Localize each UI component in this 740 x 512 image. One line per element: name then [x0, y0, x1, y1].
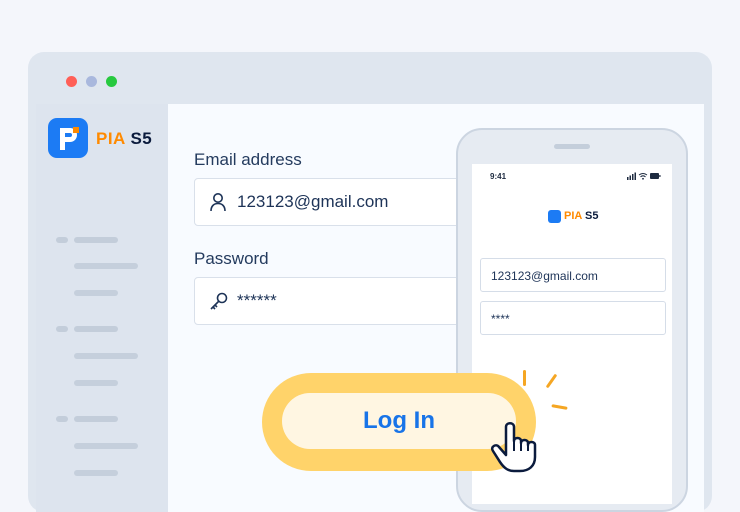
- sidebar-subitem[interactable]: [74, 263, 138, 269]
- sidebar-item[interactable]: [56, 416, 68, 422]
- window-minimize-dot[interactable]: [86, 76, 97, 87]
- password-label: Password: [194, 249, 269, 268]
- email-label: Email address: [194, 150, 302, 169]
- window-maximize-dot[interactable]: [106, 76, 117, 87]
- phone-password-value: ****: [491, 312, 510, 326]
- brand-name-suffix: S5: [130, 129, 153, 148]
- sidebar-item[interactable]: [74, 326, 118, 332]
- phone-status-time: 9:41: [490, 172, 507, 181]
- sidebar-subitem[interactable]: [74, 443, 138, 449]
- sidebar: PIA S5: [36, 104, 168, 512]
- phone-speaker: [554, 144, 590, 149]
- phone-brand-suffix: S5: [585, 210, 599, 222]
- sidebar-subitem[interactable]: [74, 353, 138, 359]
- app-logo-text: PIA S5: [96, 129, 152, 149]
- sidebar-item[interactable]: [56, 326, 68, 332]
- phone-password-field[interactable]: ****: [480, 301, 666, 335]
- sidebar-item[interactable]: [74, 416, 118, 422]
- key-icon: [209, 291, 229, 316]
- phone-email-field[interactable]: 123123@gmail.com: [480, 258, 666, 292]
- login-button[interactable]: Log In: [282, 393, 516, 449]
- app-logo-icon: [48, 118, 88, 158]
- password-value: ******: [237, 291, 277, 310]
- email-value: 123123@gmail.com: [237, 192, 389, 211]
- sidebar-subitem[interactable]: [74, 470, 118, 476]
- sidebar-item[interactable]: [56, 237, 68, 243]
- phone-email-value: 123123@gmail.com: [491, 269, 598, 283]
- click-spark: [523, 370, 526, 386]
- sidebar-subitem[interactable]: [74, 290, 118, 296]
- sidebar-subitem[interactable]: [74, 380, 118, 386]
- login-button-inner: Log In: [282, 393, 516, 449]
- sidebar-item[interactable]: [74, 237, 118, 243]
- window-close-dot[interactable]: [66, 76, 77, 87]
- brand-name-prefix: PIA: [96, 129, 126, 148]
- hand-cursor-icon: [490, 413, 554, 478]
- user-icon: [209, 192, 227, 217]
- phone-logo-text: PIA S5: [564, 210, 598, 222]
- phone-brand-prefix: PIA: [564, 210, 582, 222]
- phone-logo-icon: [548, 210, 561, 223]
- phone-status-icons: [627, 172, 661, 182]
